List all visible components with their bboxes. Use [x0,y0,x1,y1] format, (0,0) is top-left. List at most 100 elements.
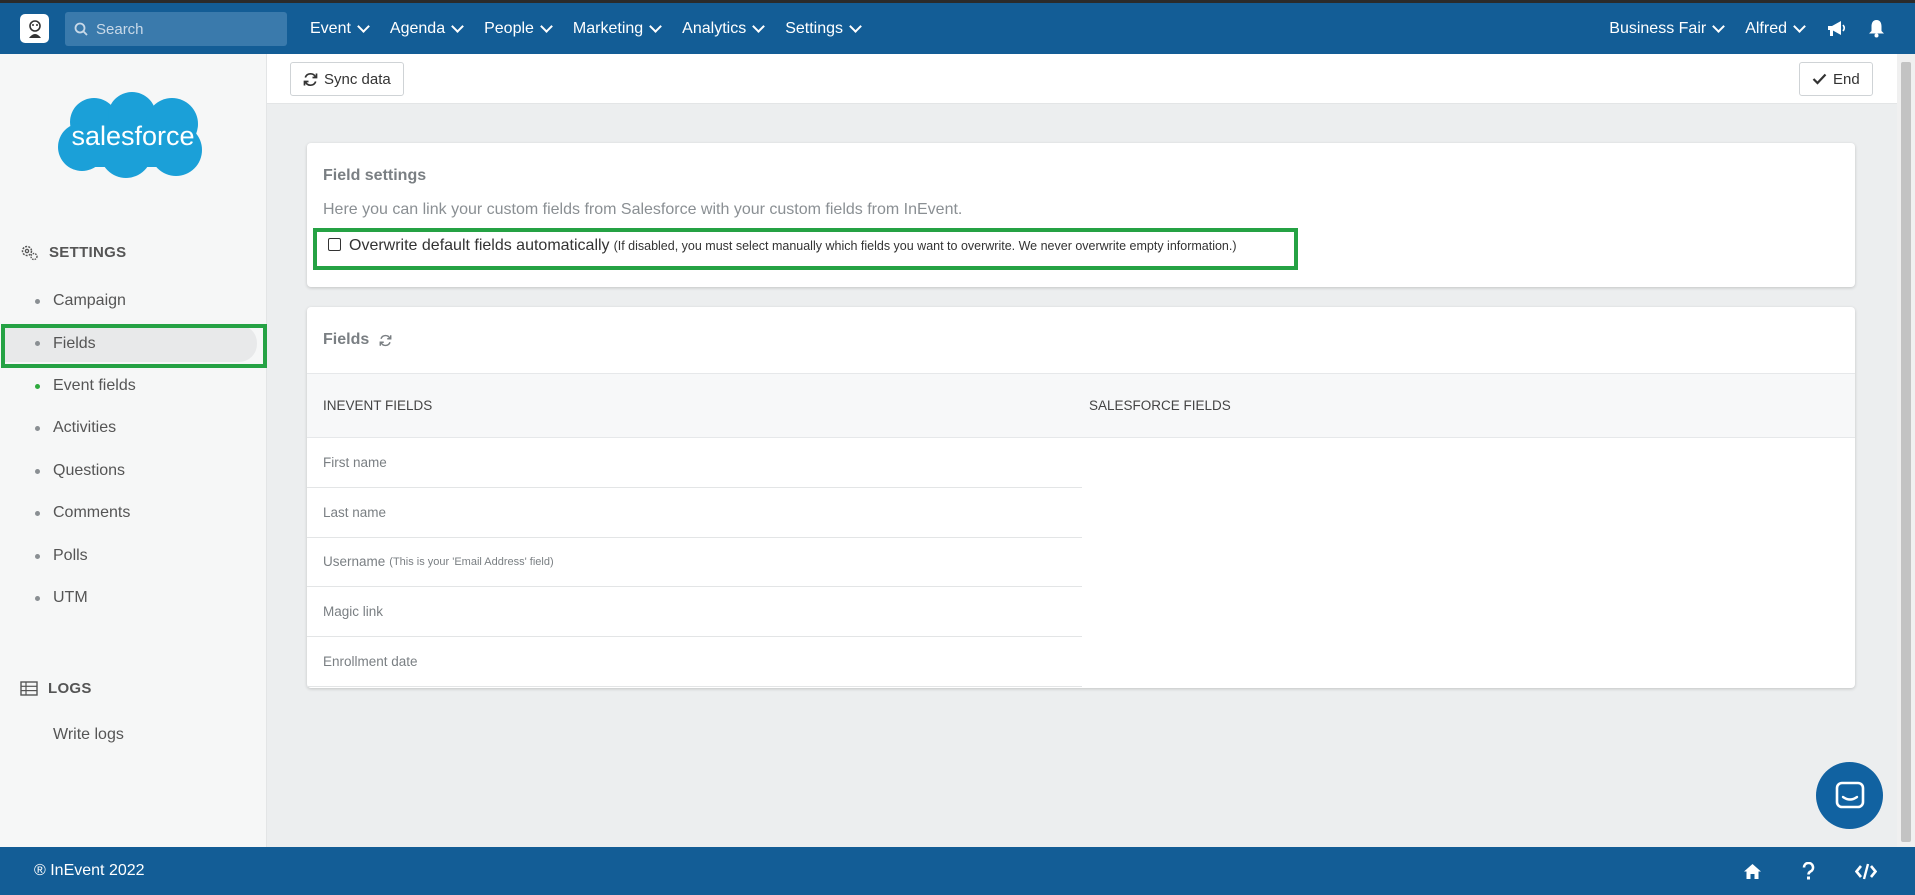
field-label: Last name [323,505,387,520]
inevent-logo[interactable] [20,14,49,43]
footer: ® InEvent 2022 [0,847,1915,895]
end-label: End [1833,70,1860,88]
field-settings-description: Here you can link your custom fields fro… [323,201,963,218]
scrollbar-thumb[interactable] [1901,62,1911,842]
sidebar-item-comments[interactable]: Comments [35,504,130,522]
announcements-button[interactable] [1826,20,1846,38]
event-selector-label: Business Fair [1609,19,1707,37]
nav-analytics-label: Analytics [682,19,747,37]
salesforce-logo-text: salesforce [71,121,194,151]
bullet-dot [35,468,40,474]
settings-heading-label: SETTINGS [49,244,127,261]
gears-icon [21,245,38,261]
sync-data-button[interactable]: Sync data [290,62,404,96]
nav-agenda-label: Agenda [389,19,446,37]
help-icon[interactable] [1802,862,1815,880]
table-row: Username (This is your 'Email Address' fi… [307,537,1082,587]
table-icon [20,681,38,696]
event-selector[interactable]: Business Fair [1609,19,1726,38]
notifications-button[interactable] [1868,19,1885,38]
field-label: Magic link [323,604,384,619]
nav-analytics[interactable]: Analytics [682,19,766,38]
user-menu[interactable]: Alfred [1745,19,1806,38]
nav-marketing-label: Marketing [572,19,644,37]
bullet-dot [35,383,40,389]
chevron-down-icon [849,19,862,33]
search-box[interactable] [65,12,287,46]
sidebar-item-label: UTM [53,589,88,606]
sidebar-item-label: Questions [53,462,126,479]
chevron-down-icon [1712,19,1726,33]
chat-launcher-button[interactable] [1816,762,1883,829]
sidebar-item-label: Campaign [53,292,126,309]
sidebar-item-activities[interactable]: Activities [35,419,116,437]
sidebar-item-write-logs[interactable]: Write logs [53,726,124,744]
sync-icon [303,72,318,86]
user-menu-label: Alfred [1745,19,1787,37]
end-button[interactable]: End [1799,62,1873,96]
field-label: Enrollment date [323,654,418,669]
bullet-dot [35,595,40,601]
bullet-dot [35,510,40,516]
sidebar-item-label: Write logs [53,726,124,743]
overwrite-checkbox-row[interactable]: Overwrite default fields automatically (… [328,237,1237,255]
column-header-salesforce: SALESFORCE FIELDS [1089,398,1231,413]
field-label: Username [323,554,386,569]
settings-heading: SETTINGS [20,244,126,261]
sidebar-item-label: Fields [53,334,96,352]
field-settings-card: Field settings Here you can link your cu… [307,143,1855,287]
refresh-icon[interactable] [379,334,392,347]
nav-settings[interactable]: Settings [785,19,862,38]
nav-event[interactable]: Event [310,19,370,38]
overwrite-checkbox-label[interactable]: Overwrite default fields automatically [349,237,610,255]
sidebar-item-campaign[interactable]: Campaign [35,292,126,310]
code-icon[interactable] [1855,863,1877,880]
logs-heading-label: LOGS [48,680,92,697]
sidebar-item-utm[interactable]: UTM [35,589,88,607]
table-row: Enrollment date [307,637,1082,687]
nav-people[interactable]: People [484,19,553,38]
fields-title-label: Fields [323,331,370,348]
table-row: Magic link [307,587,1082,637]
column-header-inevent: INEVENT FIELDS [323,398,433,413]
sidebar-item-fields[interactable]: Fields [3,325,257,362]
fields-table-header: INEVENT FIELDS SALESFORCE FIELDS [307,373,1855,438]
megaphone-icon [1828,20,1846,36]
nav-agenda[interactable]: Agenda [389,19,464,38]
sidebar-item-label: Polls [53,547,88,564]
chevron-down-icon [540,19,553,33]
sidebar-item-polls[interactable]: Polls [35,547,88,565]
search-icon [74,22,88,36]
check-icon [1812,73,1827,85]
scrollbar[interactable] [1897,54,1915,847]
sidebar-item-event-fields[interactable]: Event fields [35,377,136,395]
fields-title: Fields [323,331,392,349]
main-nav: Event Agenda People Marketing Analytics … [310,3,882,54]
chevron-down-icon [357,19,370,33]
sidebar-item-label: Comments [53,504,131,521]
sidebar-item-questions[interactable]: Questions [35,462,125,480]
nav-right: Business Fair Alfred [1587,3,1885,54]
table-row: Last name [307,488,1082,538]
logs-heading: LOGS [20,680,92,697]
sidebar-item-label: Event fields [53,377,136,394]
bell-icon [1869,20,1884,38]
search-input[interactable] [96,20,276,38]
field-label: First name [323,455,387,470]
salesforce-cloud-icon: salesforce [58,92,202,178]
footer-icons [1743,862,1877,880]
bullet-dot [35,298,40,304]
overwrite-checkbox[interactable] [328,238,341,251]
top-navbar: Event Agenda People Marketing Analytics … [0,0,1915,54]
home-icon[interactable] [1743,863,1762,880]
chevron-down-icon [451,19,464,33]
sync-data-label: Sync data [324,70,391,88]
sidebar: salesforce SETTINGS Campaign Fields Even… [0,54,267,847]
salesforce-logo: salesforce [54,92,212,183]
table-row: First name [307,438,1082,488]
chevron-down-icon [1793,19,1806,33]
nav-settings-label: Settings [785,19,844,37]
footer-copyright: ® InEvent 2022 [34,862,145,879]
chevron-down-icon [752,19,766,33]
nav-marketing[interactable]: Marketing [572,19,663,38]
